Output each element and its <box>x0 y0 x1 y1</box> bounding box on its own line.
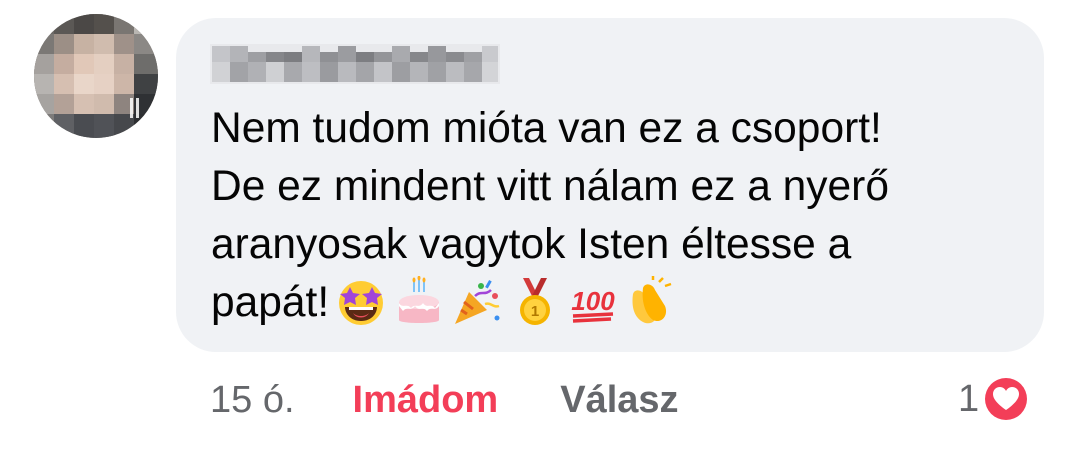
party-popper-emoji <box>451 276 503 328</box>
reply-button[interactable]: Válasz <box>560 379 678 422</box>
comment-line-3: aranyosak vagytok Isten éltesse a <box>211 221 852 268</box>
star-struck-emoji <box>335 276 387 328</box>
heart-icon <box>982 375 1031 423</box>
comment-line-2: De ez mindent vitt nálam ez a nyerő <box>211 163 889 210</box>
svg-text:1: 1 <box>531 303 539 320</box>
redacted-name-image <box>210 44 500 84</box>
clapping-hands-emoji <box>625 276 677 328</box>
comment-text: Nem tudom mióta van ez a csoport! De ez … <box>211 100 1026 332</box>
comment-line-4: papát! 1 100 <box>211 274 1026 332</box>
svg-text:100: 100 <box>571 286 615 316</box>
comment-actions: 15 ó. Imádom Válasz <box>210 374 679 426</box>
avatar-image <box>34 14 158 138</box>
emoji-row: 1 100 <box>335 276 677 328</box>
hundred-points-emoji: 100 <box>567 276 619 328</box>
avatar[interactable] <box>34 14 158 138</box>
comment-line-4-text: papát! <box>211 279 330 326</box>
author-name-redacted[interactable] <box>210 38 500 88</box>
comment-line-1: Nem tudom mióta van ez a csoport! <box>211 105 882 152</box>
reaction-count: 1 <box>958 377 980 420</box>
comment-timestamp[interactable]: 15 ó. <box>210 379 295 422</box>
birthday-cake-emoji <box>393 276 445 328</box>
reaction-summary[interactable]: 1 <box>958 372 1031 426</box>
first-place-medal-emoji: 1 <box>509 276 561 328</box>
love-reaction-button[interactable]: Imádom <box>353 379 499 422</box>
